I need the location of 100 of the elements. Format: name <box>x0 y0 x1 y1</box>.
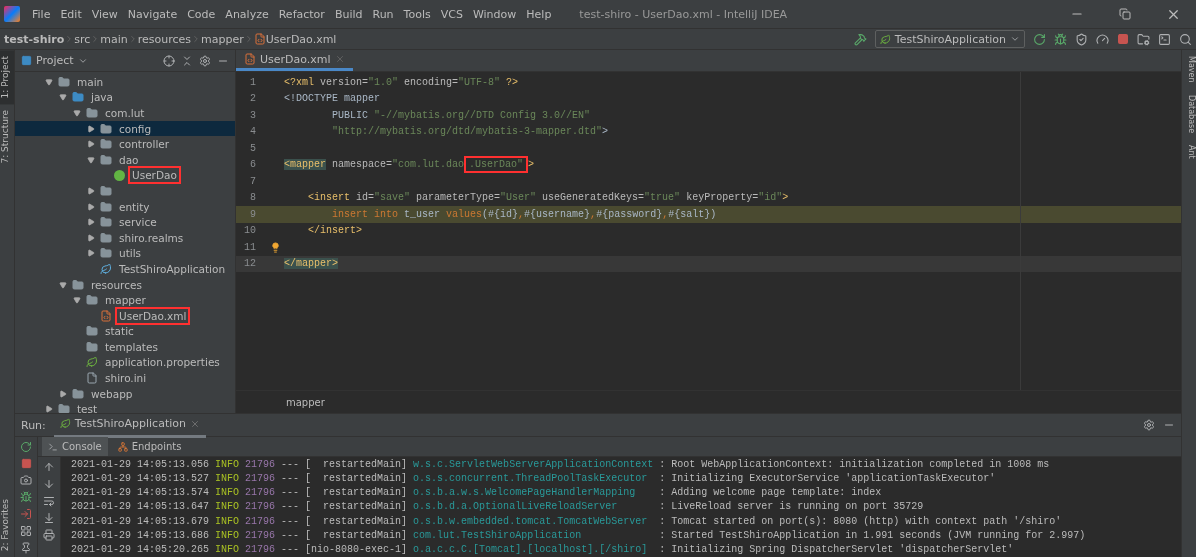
stop-icon[interactable] <box>20 458 32 469</box>
menu-item[interactable]: View <box>87 5 122 23</box>
tree-row[interactable]: mapper <box>15 292 235 308</box>
stop-icon[interactable] <box>1117 33 1129 45</box>
folder-settings-icon[interactable] <box>1137 32 1150 46</box>
rerun-icon[interactable] <box>20 441 32 453</box>
expanded-arrow-icon[interactable] <box>59 280 67 289</box>
settings-icon[interactable] <box>199 54 211 67</box>
menu-item[interactable]: Edit <box>56 5 86 23</box>
expanded-arrow-icon[interactable] <box>73 109 81 117</box>
tree-row[interactable]: dao <box>15 151 235 168</box>
log-logger: o.a.c.c.C.[Tomcat].[localhost].[/shiro] <box>413 544 649 556</box>
collapsed-arrow-icon[interactable] <box>59 389 67 398</box>
tree-row[interactable]: UserDao.xml <box>15 307 235 324</box>
collapsed-arrow-icon[interactable] <box>87 186 95 195</box>
tree-row[interactable]: shiro.realms <box>15 229 235 246</box>
up-arrow-icon[interactable] <box>43 461 55 473</box>
console-tab[interactable]: Console <box>42 437 108 456</box>
log-logger: o.s.s.concurrent.ThreadPoolTaskExecutor <box>413 472 649 484</box>
search-icon[interactable] <box>1179 32 1192 46</box>
settings-icon[interactable] <box>1143 419 1155 431</box>
tree-row[interactable]: shiro.ini <box>15 370 235 386</box>
down-arrow-icon[interactable] <box>43 478 55 490</box>
collapsed-arrow-icon[interactable] <box>87 202 95 211</box>
menu-item[interactable]: VCS <box>436 5 467 23</box>
shield-icon[interactable] <box>1075 32 1088 46</box>
collapse-all-icon[interactable] <box>181 54 193 67</box>
menu-item[interactable]: Tools <box>399 5 435 23</box>
tree-row[interactable]: static <box>15 323 235 340</box>
run-configuration-dropdown[interactable]: TestShiroApplication <box>874 30 1025 48</box>
tree-row[interactable]: resources <box>15 276 235 293</box>
tree-row[interactable]: application.properties <box>15 354 235 371</box>
menu-item[interactable]: File <box>28 5 55 23</box>
hammer-icon[interactable] <box>853 32 867 46</box>
gauge-icon[interactable] <box>1096 32 1109 46</box>
menu-item[interactable]: Code <box>183 5 220 23</box>
tool-window-button[interactable]: 1: Project <box>0 50 14 105</box>
bug-icon[interactable] <box>1054 32 1067 46</box>
wrap-icon[interactable] <box>43 495 55 507</box>
tree-row[interactable]: config <box>15 120 235 137</box>
expanded-arrow-icon[interactable] <box>73 296 81 305</box>
menu-item[interactable]: Help <box>522 5 556 23</box>
scroll-to-end-icon[interactable] <box>43 512 55 524</box>
crosshair-icon[interactable] <box>163 54 175 67</box>
collapsed-arrow-icon[interactable] <box>45 405 53 413</box>
lightbulb-icon[interactable] <box>270 241 281 253</box>
terminal-window-icon[interactable] <box>1158 32 1171 46</box>
tree-row[interactable]: templates <box>15 339 235 355</box>
code-token: "id" <box>758 192 783 204</box>
expanded-arrow-icon[interactable] <box>45 77 53 86</box>
breadcrumb[interactable]: src <box>74 32 91 46</box>
tool-window-button[interactable]: 7: Structure <box>0 104 14 170</box>
bug-icon[interactable] <box>20 491 32 503</box>
menu-item[interactable]: Refactor <box>274 5 329 23</box>
collapsed-arrow-icon[interactable] <box>87 124 95 133</box>
exit-icon[interactable] <box>20 508 32 520</box>
collapsed-arrow-icon[interactable] <box>87 140 95 149</box>
console-tab[interactable]: Endpoints <box>111 437 188 456</box>
menu-item[interactable]: Run <box>368 5 398 23</box>
tree-row[interactable]: java <box>15 89 235 106</box>
menu-item[interactable]: Window <box>468 5 521 23</box>
tree-row[interactable]: webapp <box>15 385 235 402</box>
log-logger: w.s.c.ServletWebServerApplicationContext <box>413 458 654 470</box>
breadcrumb[interactable]: main <box>100 32 128 46</box>
print-icon[interactable] <box>43 529 55 541</box>
tool-window-button[interactable]: Maven <box>1182 50 1196 89</box>
tree-row[interactable]: com.lut <box>15 105 235 121</box>
editor-tab[interactable]: UserDao.xml <box>236 50 353 71</box>
tree-row[interactable]: service <box>15 214 235 230</box>
camera-icon[interactable] <box>20 474 32 486</box>
editor-breadcrumb[interactable]: mapper <box>286 396 325 408</box>
expanded-arrow-icon[interactable] <box>59 93 67 102</box>
menu-item[interactable]: Build <box>330 5 367 23</box>
collapsed-arrow-icon[interactable] <box>87 218 95 227</box>
tree-row[interactable]: test <box>15 401 235 413</box>
breadcrumb[interactable]: resources <box>137 32 192 46</box>
expanded-arrow-icon[interactable] <box>87 155 95 164</box>
project-view-dropdown[interactable]: Project <box>21 54 88 67</box>
rerun-icon[interactable] <box>1033 32 1046 46</box>
tree-row[interactable]: UserDao <box>15 167 235 184</box>
tree-row[interactable]: utils <box>15 245 235 262</box>
code-token: , <box>518 208 525 220</box>
pin-icon[interactable] <box>20 542 32 554</box>
code-token: "1.0" <box>368 76 399 88</box>
layout-icon[interactable] <box>20 525 32 537</box>
tool-window-button[interactable]: Database <box>1182 88 1196 139</box>
tree-row[interactable]: controller <box>15 136 235 152</box>
menu-item[interactable]: Analyze <box>221 5 273 23</box>
breadcrumb[interactable]: test-shiro <box>4 32 65 46</box>
tree-row[interactable]: entity <box>15 198 235 215</box>
collapsed-arrow-icon[interactable] <box>87 233 95 242</box>
tree-row[interactable]: main <box>15 74 235 90</box>
log-separator: --- <box>281 544 300 556</box>
breadcrumb[interactable]: mapper <box>201 32 244 46</box>
breadcrumb[interactable]: UserDao.xml <box>265 32 337 46</box>
tool-window-button[interactable]: Ant <box>1182 138 1196 165</box>
menu-item[interactable]: Navigate <box>123 5 182 23</box>
tree-row[interactable]: TestShiroApplication <box>15 261 235 277</box>
tool-window-button[interactable]: 2: Favorites <box>0 492 14 557</box>
collapsed-arrow-icon[interactable] <box>87 249 95 258</box>
